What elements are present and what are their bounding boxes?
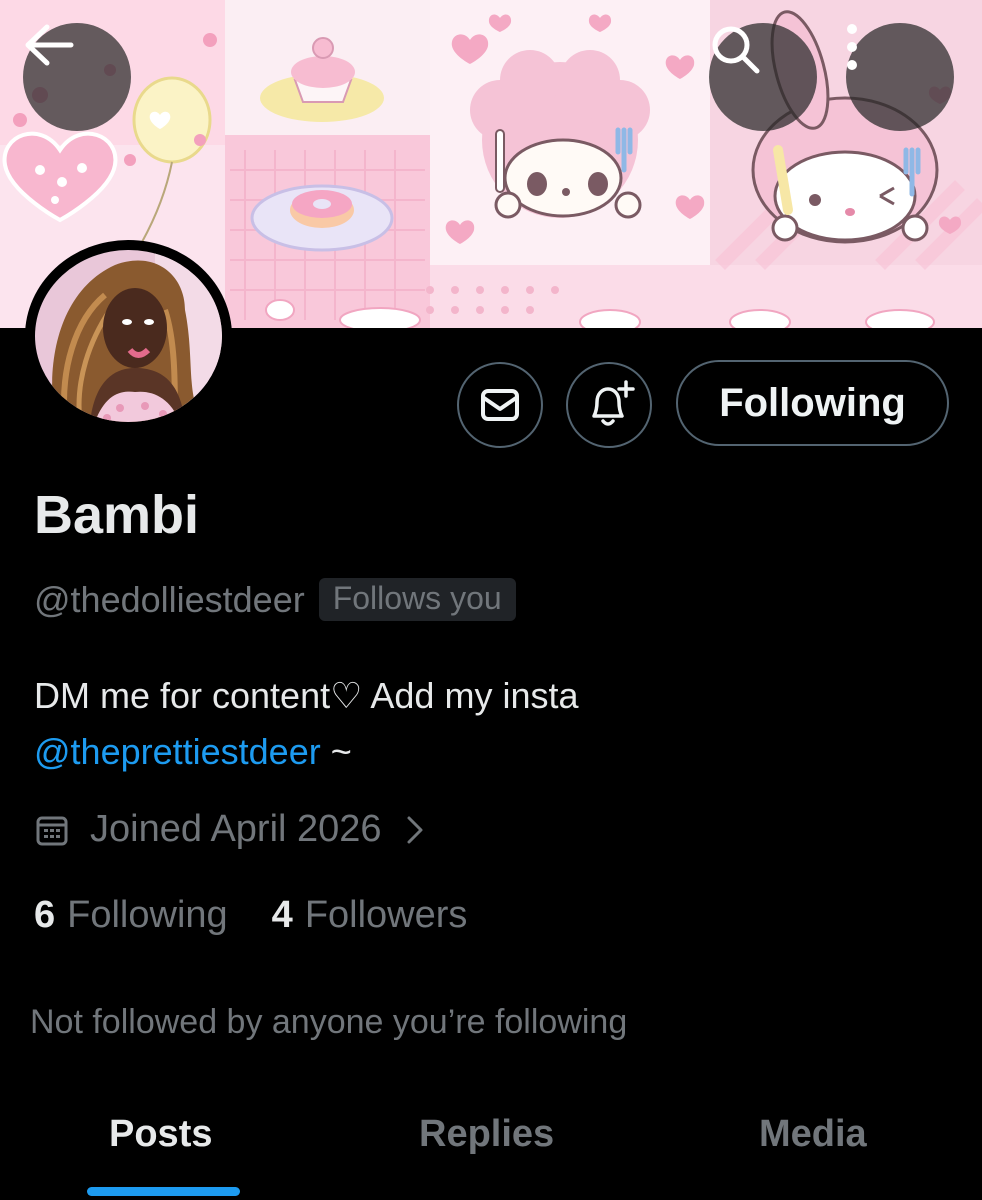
bio: DM me for content♡ Add my insta @thepret… <box>34 668 934 780</box>
active-tab-indicator <box>87 1187 240 1196</box>
search-button[interactable] <box>709 23 817 131</box>
user-handle: @thedolliestdeer <box>34 578 305 620</box>
bio-text: DM me for content♡ Add my insta <box>34 675 579 716</box>
followers-label: Followers <box>304 894 468 936</box>
notify-button[interactable] <box>566 362 652 448</box>
mutuals-note: Not followed by anyone you’re following <box>30 1003 628 1041</box>
back-button[interactable] <box>23 23 131 131</box>
tab-posts[interactable]: Posts <box>109 1113 212 1156</box>
handle-row: @thedolliestdeer Follows you <box>34 578 516 621</box>
followers-count-link[interactable]: 4 Followers <box>272 894 468 937</box>
message-button[interactable] <box>457 362 543 448</box>
avatar[interactable] <box>25 240 232 432</box>
chevron-right-icon <box>407 816 423 843</box>
more-vertical-icon <box>847 24 857 70</box>
joined-date: Joined April 2026 <box>90 808 382 850</box>
follows-you-badge: Follows you <box>318 578 516 621</box>
joined-date-row[interactable]: Joined April 2026 <box>36 808 424 851</box>
display-name: Bambi <box>34 485 200 545</box>
profile-tabs: Posts Replies Media <box>0 1085 982 1200</box>
avatar-image <box>35 250 222 422</box>
follow-stats: 6 Following 4 Followers <box>34 894 467 937</box>
following-button[interactable]: Following <box>676 360 949 446</box>
envelope-icon <box>481 389 519 421</box>
following-count: 6 <box>34 894 56 936</box>
more-options-button[interactable] <box>846 23 954 131</box>
followers-count: 4 <box>271 894 293 936</box>
tab-replies[interactable]: Replies <box>419 1113 554 1156</box>
search-icon <box>712 26 760 74</box>
following-count-link[interactable]: 6 Following <box>34 894 228 937</box>
bio-mention-link[interactable]: @theprettiestdeer <box>34 731 321 772</box>
tab-media[interactable]: Media <box>759 1113 867 1156</box>
calendar-icon <box>36 816 68 845</box>
bio-suffix: ~ <box>320 731 352 772</box>
bell-plus-icon <box>592 380 635 426</box>
arrow-left-icon <box>25 24 74 66</box>
following-label: Following <box>67 894 228 936</box>
